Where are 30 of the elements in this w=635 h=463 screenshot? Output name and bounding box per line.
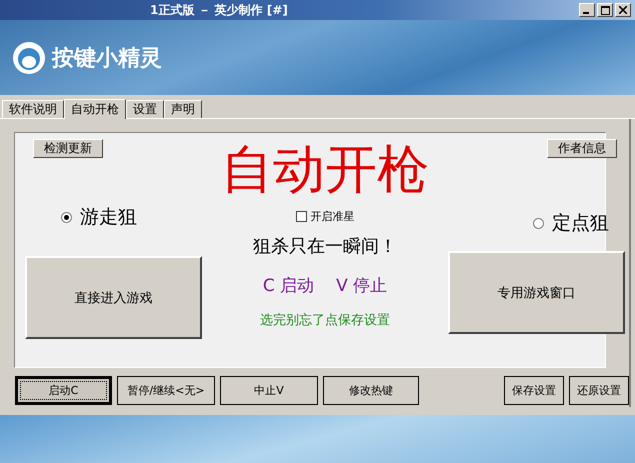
- action-button[interactable]: 启动C: [15, 376, 112, 405]
- hotkey-label: C 启动: [262, 275, 314, 297]
- mode-radio[interactable]: 游走狙: [61, 204, 137, 230]
- close-icon: [619, 6, 627, 14]
- close-button[interactable]: [615, 3, 631, 17]
- tab[interactable]: 软件说明: [2, 100, 64, 118]
- crosshair-checkbox[interactable]: 开启准星: [296, 209, 354, 224]
- mode-radio[interactable]: 定点狙: [533, 210, 609, 236]
- minimize-button[interactable]: [579, 3, 595, 17]
- action-button[interactable]: 中止V: [220, 376, 318, 405]
- hotkey-label: V 停止: [336, 275, 388, 297]
- update-button[interactable]: 检测更新: [33, 139, 103, 158]
- action-button[interactable]: 修改热键: [323, 376, 419, 405]
- tab[interactable]: 声明: [164, 100, 202, 118]
- app-heading: 自动开枪: [221, 139, 429, 201]
- save-hint: 选完别忘了点保存设置: [260, 312, 390, 329]
- settings-button[interactable]: 还原设置: [569, 376, 629, 405]
- enter-game-button[interactable]: 直接进入游戏: [25, 256, 202, 339]
- tab[interactable]: 设置: [126, 100, 164, 118]
- mascot-icon: [12, 40, 46, 74]
- action-button[interactable]: 暂停/继续<无>: [117, 376, 215, 405]
- maximize-icon: [600, 6, 610, 14]
- tab[interactable]: 自动开枪: [64, 99, 126, 119]
- maximize-button[interactable]: [597, 3, 613, 17]
- slogan-text: 狙杀只在一瞬间！: [253, 235, 397, 258]
- game-window-button[interactable]: 专用游戏窗口: [448, 251, 625, 334]
- settings-button[interactable]: 保存设置: [504, 376, 564, 405]
- logo-text: 按键小精灵: [52, 44, 162, 72]
- author-button[interactable]: 作者信息: [547, 139, 617, 158]
- window-title: 1正式版 － 英少制作 [#]: [150, 2, 289, 18]
